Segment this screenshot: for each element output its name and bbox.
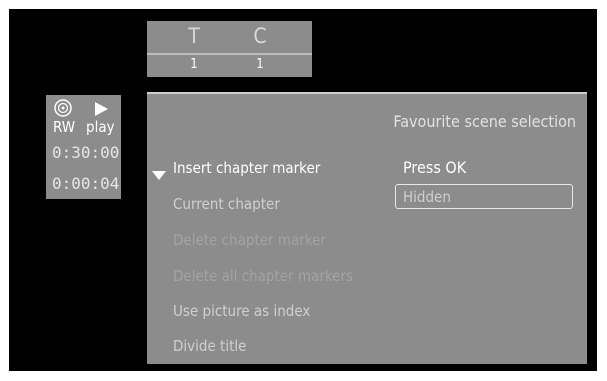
- current-chapter-field[interactable]: Hidden: [395, 184, 573, 209]
- menu-panel: Favourite scene selection Insert chapter…: [147, 92, 587, 364]
- menu-item-insert-chapter-marker[interactable]: Insert chapter marker: [173, 159, 320, 177]
- chapter-number: 1: [256, 57, 264, 72]
- menu-item-use-picture-as-index[interactable]: Use picture as index: [173, 302, 310, 320]
- panel-title: Favourite scene selection: [393, 112, 576, 131]
- title-chapter-box: T C 1 1: [147, 21, 312, 77]
- title-letter: T: [188, 24, 200, 48]
- current-chapter-value: Hidden: [403, 188, 451, 206]
- selection-arrow-icon: [152, 171, 166, 180]
- action-hint: Press OK: [403, 158, 467, 177]
- menu-item-divide-title[interactable]: Divide title: [173, 337, 246, 355]
- menu-item-current-chapter[interactable]: Current chapter: [173, 195, 280, 213]
- menu-item-delete-chapter-marker: Delete chapter marker: [173, 231, 326, 249]
- disc-type-label: RW: [53, 118, 76, 136]
- disc-icon: [54, 99, 72, 117]
- mode-label: play: [86, 118, 115, 136]
- screen: T C 1 1 RW play 0:30:00 0:00:04 Favourit…: [9, 9, 597, 371]
- play-triangle-icon: [95, 102, 108, 116]
- status-panel: RW play 0:30:00 0:00:04: [46, 95, 121, 199]
- chapter-letter: C: [253, 24, 267, 48]
- total-time: 0:30:00: [52, 143, 120, 162]
- menu-item-delete-all-chapter-markers: Delete all chapter markers: [173, 267, 354, 285]
- elapsed-time: 0:00:04: [52, 174, 120, 193]
- title-chapter-header: T C: [147, 21, 312, 53]
- divider: [147, 53, 312, 55]
- title-number: 1: [190, 57, 198, 72]
